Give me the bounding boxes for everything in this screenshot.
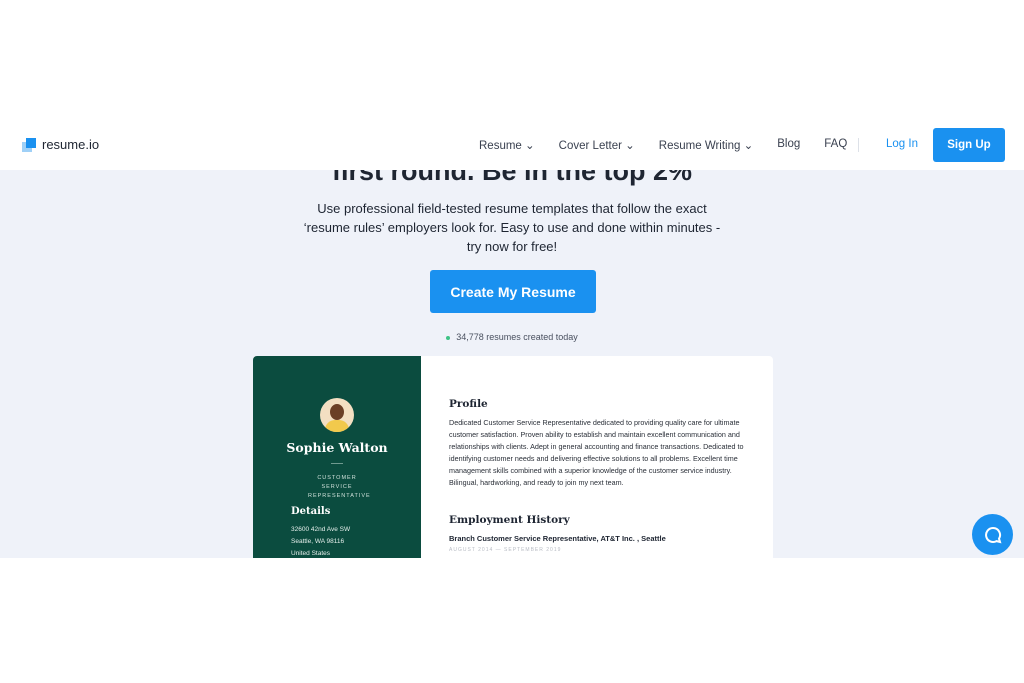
- count-text: 34,778 resumes created today: [456, 332, 578, 342]
- nav-faq[interactable]: FAQ: [824, 138, 847, 152]
- hero-subtitle: Use professional field-tested resume tem…: [303, 201, 721, 254]
- nav-label: Resume Writing: [658, 140, 741, 152]
- hero: first round. Be in the top 2% Use profes…: [0, 170, 1024, 558]
- job-title: Branch Customer Service Representative, …: [449, 534, 666, 543]
- avatar: [320, 398, 354, 432]
- chevron-down-icon: ⌄: [743, 140, 754, 152]
- chevron-down-icon: ⌄: [625, 140, 635, 152]
- signup-button[interactable]: Sign Up: [933, 128, 1005, 162]
- resume-count: 34,778 resumes created today: [0, 332, 1024, 342]
- resume-role: CUSTOMER SERVICE REPRESENTATIVE: [308, 475, 371, 499]
- job-dates: AUGUST 2014 — SEPTEMBER 2019: [449, 547, 562, 553]
- profile-text: Dedicated Customer Service Representativ…: [449, 418, 744, 487]
- nav-resume-writing[interactable]: Resume Writing ⌄: [659, 138, 753, 152]
- nav-resume[interactable]: Resume ⌄: [479, 138, 535, 152]
- resume-preview: Sophie Walton CUSTOMER SERVICE REPRESENT…: [253, 356, 773, 558]
- logo-text: resume.io: [42, 137, 100, 152]
- divider: [331, 463, 343, 464]
- divider: [858, 138, 859, 152]
- nav-blog[interactable]: Blog: [777, 138, 800, 152]
- nav-cover-letter[interactable]: Cover Letter ⌄: [559, 138, 635, 152]
- nav-label: Cover Letter: [558, 140, 622, 152]
- employment-heading: Employment History: [449, 514, 570, 526]
- chat-button[interactable]: [972, 514, 1013, 555]
- top-nav: resume.io Resume ⌄ Cover Letter ⌄ Resume…: [0, 122, 1024, 170]
- nav-label: Resume: [479, 140, 522, 152]
- resume-sidebar: Sophie Walton CUSTOMER SERVICE REPRESENT…: [253, 356, 421, 558]
- status-dot-icon: [446, 335, 451, 340]
- details-heading: Details: [291, 506, 331, 517]
- chevron-down-icon: ⌄: [525, 140, 535, 152]
- logo-icon: [22, 137, 36, 152]
- address: 32600 42nd Ave SW Seattle, WA 98116 Unit…: [291, 524, 350, 558]
- address-line: 32600 42nd Ave SW: [291, 526, 351, 533]
- address-line: United States: [291, 550, 331, 557]
- profile-heading: Profile: [449, 398, 488, 410]
- hero-headline: first round. Be in the top 2%: [331, 170, 692, 186]
- logo[interactable]: resume.io: [22, 137, 99, 152]
- create-resume-button[interactable]: Create My Resume: [430, 270, 596, 313]
- address-line: Seattle, WA 98116: [291, 538, 345, 545]
- resume-name: Sophie Walton: [286, 440, 388, 455]
- chat-bubble-icon: [984, 526, 1001, 543]
- login-link[interactable]: Log In: [886, 138, 918, 150]
